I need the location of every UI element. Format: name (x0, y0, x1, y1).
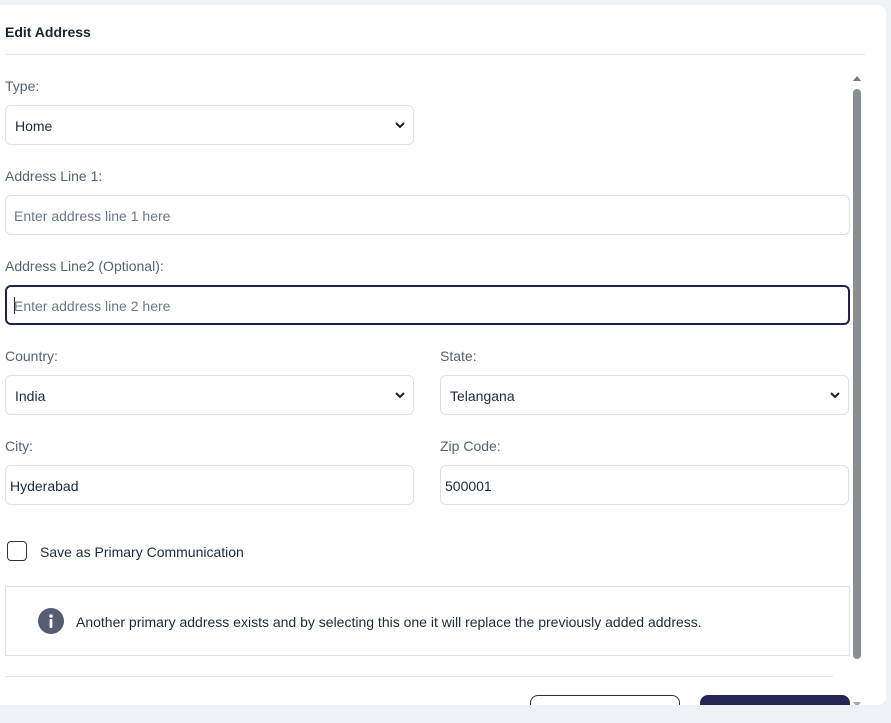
address-line-2-label: Address Line2 (Optional): (5, 258, 164, 274)
address-line-1-input[interactable]: Enter address line 1 here (5, 195, 850, 235)
type-value: Home (15, 118, 53, 134)
scrollbar[interactable] (851, 73, 865, 705)
city-value: Hyderabad (10, 478, 79, 494)
zip-code-value: 500001 (445, 478, 492, 494)
scroll-down-arrow-icon[interactable] (853, 702, 861, 705)
modal-title: Edit Address (5, 24, 91, 40)
primary-communication-label[interactable]: Save as Primary Communication (40, 544, 244, 560)
address-line-1-label: Address Line 1: (5, 168, 103, 184)
zip-code-label: Zip Code: (440, 438, 501, 454)
save-button[interactable] (700, 695, 850, 705)
info-notice: Another primary address exists and by se… (5, 586, 850, 656)
footer-divider (5, 676, 833, 677)
zip-code-input[interactable]: 500001 (440, 465, 849, 505)
info-text: Another primary address exists and by se… (76, 614, 702, 630)
chevron-down-icon (830, 392, 840, 399)
scroll-up-arrow-icon[interactable] (853, 76, 861, 81)
type-select[interactable]: Home (5, 105, 414, 145)
country-value: India (15, 388, 46, 404)
info-icon (38, 608, 64, 634)
country-label: Country: (5, 348, 58, 364)
modal-header: Edit Address (5, 5, 865, 55)
type-label: Type: (5, 78, 40, 94)
city-label: City: (5, 438, 33, 454)
chevron-down-icon (395, 122, 405, 129)
city-input[interactable]: Hyderabad (5, 465, 414, 505)
address-line-1-placeholder: Enter address line 1 here (14, 208, 171, 224)
address-line-2-input[interactable]: Enter address line 2 here (5, 285, 850, 325)
state-value: Telangana (450, 388, 515, 404)
address-line-2-placeholder: Enter address line 2 here (14, 298, 171, 314)
country-select[interactable]: India (5, 375, 414, 415)
chevron-down-icon (395, 392, 405, 399)
primary-communication-checkbox[interactable] (7, 541, 27, 561)
scrollbar-thumb[interactable] (853, 89, 861, 659)
cancel-button[interactable] (530, 695, 680, 705)
state-label: State: (440, 348, 477, 364)
edit-address-modal: Edit Address Type: Home Address Line 1: … (0, 5, 886, 705)
state-select[interactable]: Telangana (440, 375, 849, 415)
